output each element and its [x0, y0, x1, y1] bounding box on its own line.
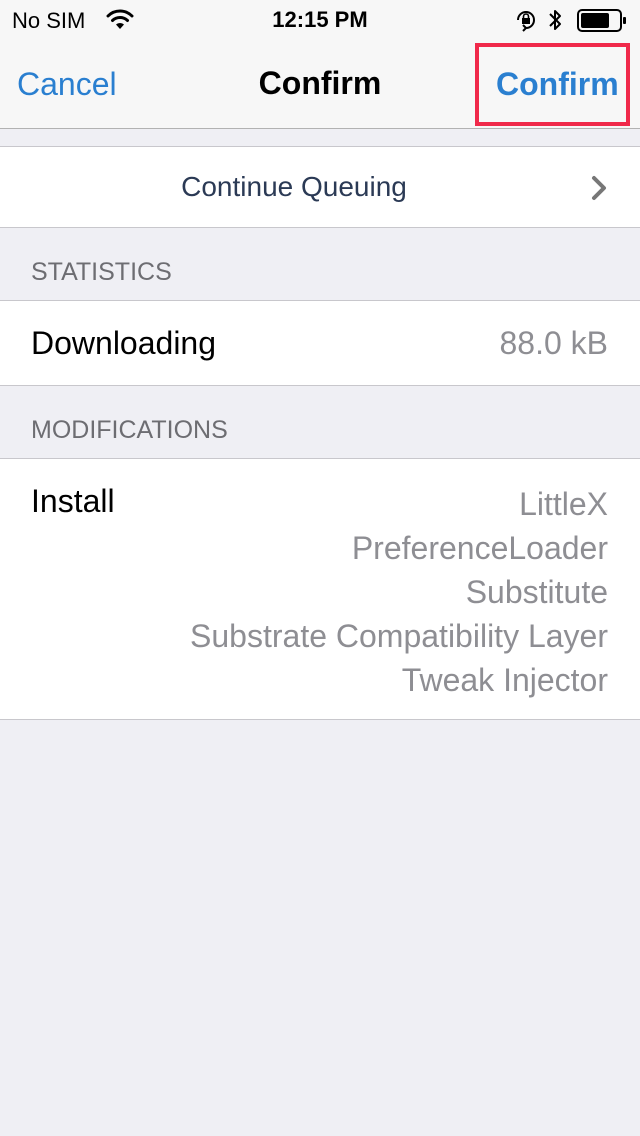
statistics-header: STATISTICS: [31, 258, 172, 286]
downloading-size: 88.0 kB: [499, 325, 608, 361]
orientation-lock-icon: [514, 8, 538, 37]
downloading-row: Downloading 88.0 kB: [0, 300, 640, 386]
package-item: Tweak Injector: [401, 662, 608, 698]
continue-queuing-row[interactable]: Continue Queuing: [0, 146, 640, 228]
package-item: Substitute: [465, 574, 608, 610]
bluetooth-icon: [547, 7, 563, 38]
continue-queuing-label: Continue Queuing: [181, 171, 407, 202]
battery-icon: [577, 9, 627, 38]
status-bar: No SIM 12:15 PM: [0, 0, 640, 40]
modifications-header: MODIFICATIONS: [31, 416, 228, 444]
package-item: LittleX: [519, 486, 608, 522]
install-row: Install LittleX PreferenceLoader Substit…: [0, 458, 640, 720]
package-item: Substrate Compatibility Layer: [190, 618, 608, 654]
status-time: 12:15 PM: [272, 7, 368, 32]
package-item: PreferenceLoader: [351, 530, 608, 566]
navigation-bar: Cancel Confirm Confirm: [0, 40, 640, 129]
install-label: Install: [31, 483, 115, 519]
confirm-button[interactable]: Confirm: [496, 66, 619, 103]
package-list: LittleX PreferenceLoader Substitute Subs…: [190, 482, 608, 702]
downloading-label: Downloading: [31, 325, 217, 361]
chevron-right-icon: [590, 174, 610, 207]
